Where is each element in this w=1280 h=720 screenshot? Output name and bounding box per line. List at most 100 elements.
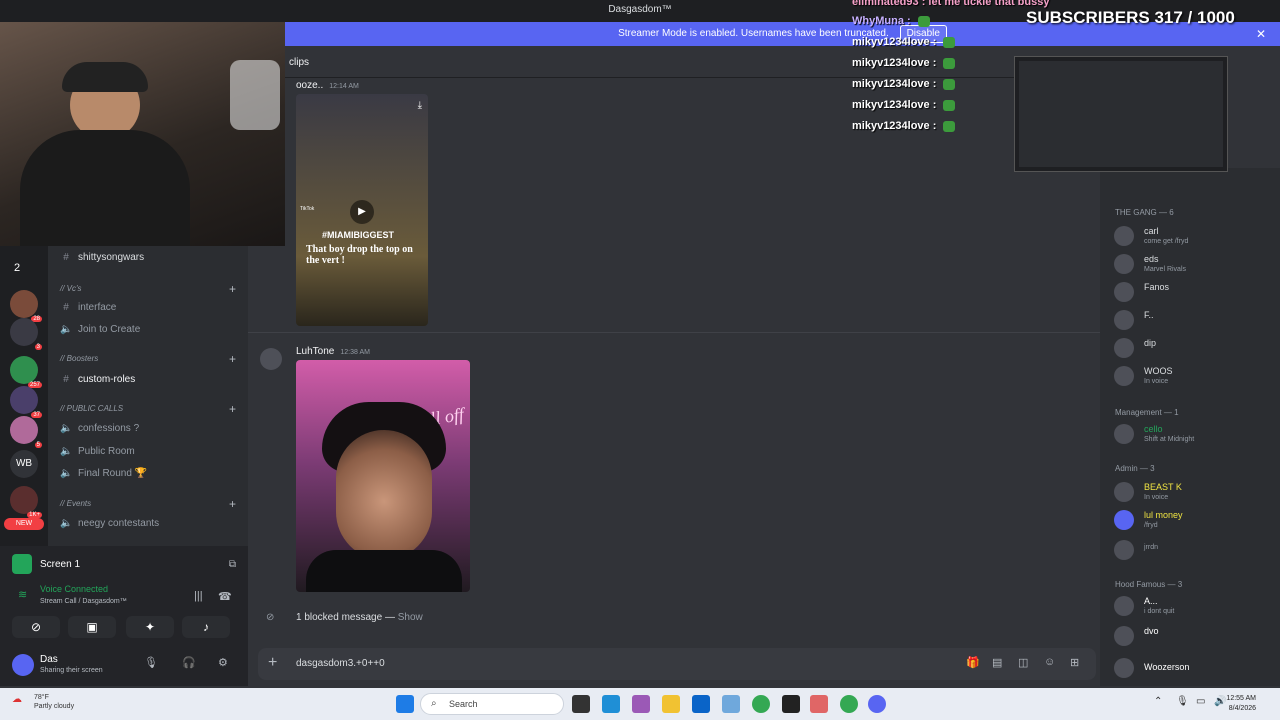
member-row[interactable]: WOOS In voice	[1114, 364, 1274, 388]
chat-message: let me tickle that bussy	[928, 0, 1050, 8]
add-channel-icon[interactable]: +	[229, 402, 236, 416]
share-screen-button[interactable]: ▣	[68, 616, 116, 638]
member-row[interactable]: jrrdn	[1114, 538, 1274, 562]
member-row[interactable]: F..	[1114, 308, 1274, 332]
headphones-icon[interactable]: 🎧	[182, 656, 196, 669]
gear-icon[interactable]: ⚙	[218, 656, 228, 669]
chrome-icon[interactable]	[752, 695, 770, 713]
plus-icon[interactable]: +	[268, 654, 1084, 672]
server-icon[interactable]: 5	[10, 416, 42, 448]
gift-icon[interactable]: 🎁	[966, 656, 980, 669]
webcam-overlay	[0, 0, 285, 246]
channel-final-round[interactable]: 🔈 Final Round 🏆	[60, 468, 147, 479]
category-events[interactable]: // Events	[60, 499, 91, 508]
add-channel-icon[interactable]: +	[229, 497, 236, 511]
app-icon[interactable]	[722, 695, 740, 713]
microphone-icon[interactable]: 🎙	[1176, 696, 1189, 707]
file-explorer-icon[interactable]	[662, 695, 680, 713]
composer-input[interactable]: dasgasdom3.+0++0	[296, 658, 385, 669]
screen-share-row[interactable]: Screen 1 ⧉	[12, 550, 236, 578]
show-blocked-link[interactable]: Show	[398, 612, 423, 623]
video-attachment[interactable]: ⤓ TikTok ▶ #MIAMIBIGGEST That boy drop t…	[296, 94, 428, 326]
emoji-icon[interactable]: ☺	[1044, 656, 1055, 668]
server-icon[interactable]: 1K+	[10, 486, 42, 518]
channel-custom-roles[interactable]: # custom-roles	[60, 374, 135, 385]
copilot-icon[interactable]	[632, 695, 650, 713]
member-row[interactable]: carl come get /fryd	[1114, 224, 1274, 248]
noise-suppression-icon[interactable]: |||	[194, 590, 203, 602]
member-row[interactable]: cello Shift at Midnight	[1114, 422, 1274, 446]
message-time: 12:38 AM	[340, 349, 370, 356]
discord-icon[interactable]	[868, 695, 886, 713]
streamer-cap	[62, 62, 148, 92]
role-header: Management — 1	[1115, 408, 1179, 417]
store-icon[interactable]	[692, 695, 710, 713]
add-channel-icon[interactable]: +	[229, 352, 236, 366]
member-row[interactable]: Woozerson	[1114, 656, 1274, 680]
server-wb[interactable]: WB	[10, 450, 38, 478]
avatar[interactable]	[260, 348, 282, 370]
network-icon[interactable]: ▭	[1196, 696, 1205, 707]
weather-widget[interactable]: 78°F Partly cloudy	[34, 693, 74, 711]
voice-location[interactable]: Stream Call / Dasgasdom™	[40, 598, 127, 605]
category-boosters[interactable]: // Boosters	[60, 354, 98, 363]
member-row[interactable]: A... i dont quit	[1114, 594, 1274, 618]
obs-icon[interactable]	[782, 695, 800, 713]
volume-icon[interactable]: 🔊	[1214, 696, 1226, 707]
clock[interactable]: 12:55 AM 8/4/2026	[1226, 694, 1256, 714]
camera-off-button[interactable]: ⊘	[12, 616, 60, 638]
author-name[interactable]: LuhTone	[296, 346, 334, 357]
channel-confessions[interactable]: 🔈 confessions ?	[60, 423, 139, 434]
play-icon[interactable]: ▶	[350, 200, 374, 224]
folder-count[interactable]: 2	[14, 262, 20, 274]
sticker-icon[interactable]: ◫	[1018, 656, 1028, 669]
server-icon[interactable]: 3	[10, 318, 42, 350]
server-icon[interactable]: 37	[10, 386, 42, 418]
activities-button[interactable]: ✦	[126, 616, 174, 638]
member-row[interactable]: Fanos	[1114, 280, 1274, 304]
clock-time: 12:55 AM	[1226, 695, 1256, 702]
server-icon[interactable]: 257	[10, 356, 42, 388]
task-view-icon[interactable]	[572, 695, 590, 713]
close-icon[interactable]: ✕	[1256, 22, 1266, 46]
message-composer[interactable]: + dasgasdom3.+0++0 🎁 ▤ ◫ ☺ ⊞	[258, 648, 1096, 680]
category-public-calls[interactable]: // PUBLIC CALLS	[60, 404, 123, 413]
channel-interface[interactable]: # interface	[60, 302, 116, 313]
channel-shittysongwars[interactable]: # shittysongwars	[60, 252, 144, 263]
download-icon[interactable]: ⤓	[418, 100, 422, 111]
add-channel-icon[interactable]: +	[229, 282, 236, 296]
avatar[interactable]	[12, 654, 34, 676]
message-author[interactable]: LuhTone 12:38 AM	[296, 346, 370, 357]
image-attachment[interactable]: I fell off	[296, 360, 470, 592]
app-icon[interactable]	[810, 695, 828, 713]
member-row[interactable]: BEAST K In voice	[1114, 480, 1274, 504]
start-icon[interactable]	[396, 695, 414, 713]
category-vcs[interactable]: // Vc's	[60, 284, 82, 293]
disconnect-icon[interactable]: ☎	[218, 590, 232, 603]
server-icon[interactable]: 28	[10, 290, 42, 322]
popout-icon[interactable]: ⧉	[229, 559, 236, 570]
soundboard-button[interactable]: ♪	[182, 616, 230, 638]
new-badge[interactable]: NEW	[4, 518, 44, 530]
channel-public-room[interactable]: 🔈 Public Room	[60, 446, 135, 457]
channel-neegy-contestants[interactable]: 🔈 neegy contestants	[60, 518, 159, 529]
apps-icon[interactable]: ⊞	[1070, 656, 1079, 669]
channel-join-to-create[interactable]: 🔈 Join to Create	[60, 324, 140, 335]
member-status: jrrdn	[1144, 544, 1159, 551]
member-row[interactable]: lul money/fryd	[1114, 508, 1274, 532]
edge-icon[interactable]	[602, 695, 620, 713]
taskbar-search[interactable]: ⌕ Search	[420, 693, 564, 715]
chrome-icon[interactable]	[840, 695, 858, 713]
gif-icon[interactable]: ▤	[992, 656, 1002, 669]
member-name: WOOS	[1144, 366, 1173, 376]
author-name[interactable]: ooze..	[296, 80, 323, 91]
member-row[interactable]: dvo	[1114, 624, 1274, 648]
member-row[interactable]: eds Marvel Rivals	[1114, 252, 1274, 276]
message-author[interactable]: ooze.. 12:14 AM	[296, 80, 359, 91]
microphone-icon[interactable]: 🎙	[144, 656, 158, 669]
member-row[interactable]: dip	[1114, 336, 1274, 360]
avatar	[1114, 540, 1134, 560]
tray-chevron-icon[interactable]: ⌃	[1154, 696, 1162, 707]
user-panel[interactable]: Das Sharing their screen 🎙 🎧 ⚙	[12, 650, 236, 680]
voice-connected-label[interactable]: Voice Connected	[40, 584, 108, 594]
